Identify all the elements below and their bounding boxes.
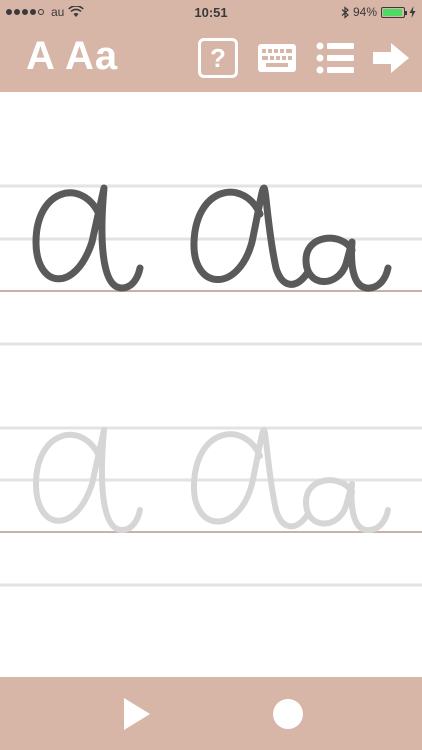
status-right: 94%	[341, 5, 416, 19]
charging-icon	[409, 6, 416, 18]
bluetooth-icon	[341, 5, 349, 19]
toolbar: A Aa ?	[0, 24, 422, 92]
keyboard-button[interactable]	[256, 38, 298, 78]
model-letter-a-small	[302, 234, 392, 292]
status-bar: au 10:51 94%	[0, 0, 422, 24]
arrow-right-icon	[373, 43, 409, 73]
list-icon	[316, 42, 354, 74]
model-letter-A	[190, 184, 312, 288]
writing-area[interactable]	[0, 92, 422, 677]
battery-icon	[381, 6, 407, 18]
help-button[interactable]: ?	[197, 38, 239, 78]
keyboard-icon	[258, 44, 296, 72]
battery-level-fill	[383, 8, 402, 16]
trace-letter-a-small	[303, 477, 391, 534]
bottom-bar	[0, 677, 422, 750]
battery-percent: 94%	[352, 5, 377, 19]
next-button[interactable]	[370, 38, 412, 78]
record-icon[interactable]	[273, 699, 303, 729]
help-icon: ?	[198, 38, 238, 78]
list-button[interactable]	[314, 38, 356, 78]
trace-letter-A	[190, 427, 311, 530]
writing-canvas	[0, 184, 422, 587]
play-icon[interactable]	[118, 696, 154, 732]
lesson-title: A Aa	[26, 34, 119, 78]
